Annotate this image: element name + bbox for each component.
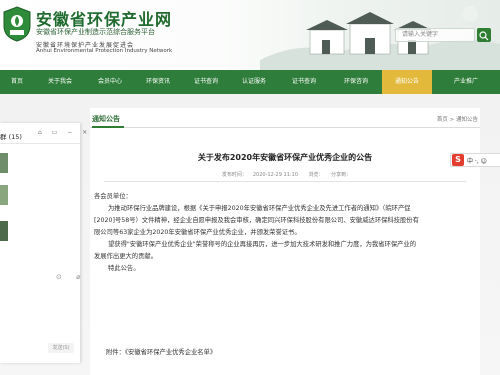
nav-item-promotion[interactable]: 产业推广: [432, 70, 500, 94]
chat-image-thumb[interactable]: [0, 185, 8, 205]
nav-item-cert-query[interactable]: 证书查询: [182, 70, 230, 94]
nav-item-members[interactable]: 会员中心: [86, 70, 134, 94]
search-button[interactable]: [477, 28, 491, 42]
paragraph: [2020]号58号）文件精神，经企业自愿申报及我会审核，确定同兴环保科技股份有…: [94, 217, 419, 224]
chat-window: 群 (15) ⌂ ▭ − ✕ ⊙ ⌀ 发送(S): [0, 123, 87, 363]
paragraph: 发展作出更大的贡献。: [94, 253, 157, 260]
nav-item-home[interactable]: 首页: [0, 70, 34, 94]
nav-item-notices[interactable]: 通知公告: [382, 70, 432, 94]
breadcrumb[interactable]: 首页 > 通知公告: [437, 115, 478, 123]
article-panel: 通知公告 首页 > 通知公告 关于发布2020年安徽省环保产业优秀企业的公告 发…: [90, 108, 480, 375]
site-logo[interactable]: [2, 6, 32, 42]
article-body: 各会员单位： 为推动环保行业品牌建设，根据《关于申报2020年安徽省环保产业优秀…: [94, 191, 474, 275]
site-subtitle: 安徽省环保产业制造示范综合服务平台: [36, 28, 155, 36]
nav-item-cert-service[interactable]: 认证服务: [230, 70, 278, 94]
paragraph: 限公司等63家企业为2020年安徽省环保产业优秀企业，并颁发荣誉证书。: [94, 229, 301, 236]
nav-item-news[interactable]: 环保资讯: [134, 70, 182, 94]
chat-title: 群 (15): [0, 133, 22, 141]
divider: [0, 143, 80, 144]
site-english-name: Anhui Environmental Protection Industry …: [36, 48, 173, 54]
search-input[interactable]: 请输入关键字: [395, 28, 475, 42]
search-icon: [479, 31, 489, 41]
section-title: 通知公告: [92, 115, 120, 123]
divider: [104, 181, 466, 182]
ime-toolbar[interactable]: S 中 ·, ☺: [450, 153, 500, 167]
chat-image-thumb[interactable]: [0, 153, 8, 173]
ime-logo-icon[interactable]: S: [452, 154, 464, 166]
send-button[interactable]: 发送(S): [48, 343, 74, 353]
chat-toolbar[interactable]: ⊙ ⌀: [56, 273, 86, 281]
section-header: 通知公告 首页 > 通知公告: [90, 108, 480, 128]
views-label: 浏览：: [308, 172, 324, 178]
paragraph: 为推动环保行业品牌建设，根据《关于申报2020年安徽省环保产业优秀企业及先进工作…: [108, 205, 411, 212]
nav-item-about[interactable]: 关于我会: [34, 70, 86, 94]
publish-label: 发布时间：: [221, 172, 247, 178]
publish-date: 2020-12-29 11:10: [252, 172, 298, 178]
nav-item-cert-query-2[interactable]: 证书查询: [278, 70, 330, 94]
closing: 特此公告。: [108, 265, 140, 272]
chat-image-thumb[interactable]: [0, 221, 8, 241]
article-title: 关于发布2020年安徽省环保产业优秀企业的公告: [197, 153, 373, 162]
section-title-underline: [92, 126, 124, 128]
share-label[interactable]: 分享到：: [331, 172, 351, 178]
article-meta: 发布时间： 2020-12-29 11:10 浏览： 分享到：: [90, 171, 480, 178]
attachment-link[interactable]: 附件：《安徽省环保产业优秀企业名单》: [106, 347, 216, 356]
page: 安徽省环保产业网 安徽省环保产业制造示范综合服务平台 安徽省环境保护产业发展促进…: [0, 0, 500, 375]
nav-item-consulting[interactable]: 环保咨询: [330, 70, 382, 94]
main-nav: 首页 关于我会 会员中心 环保资讯 证书查询 认证服务 证书查询 环保咨询 通知…: [0, 70, 500, 94]
ime-status[interactable]: 中 ·, ☺: [467, 156, 487, 165]
greeting: 各会员单位：: [94, 193, 132, 200]
paragraph: 望获得"安徽环保产业优秀企业"荣誉称号的企业再接再厉，进一步加大技术研发和推广力…: [108, 241, 417, 248]
window-controls[interactable]: ⌂ ▭ − ✕: [38, 129, 91, 136]
site-header: 安徽省环保产业网 安徽省环保产业制造示范综合服务平台 安徽省环境保护产业发展促进…: [0, 0, 500, 70]
